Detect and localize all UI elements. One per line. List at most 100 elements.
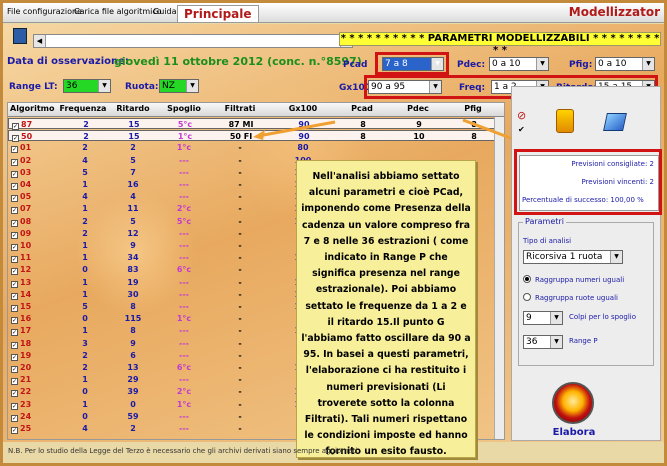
- range-lt-select-value: 36: [66, 81, 78, 91]
- tab-carica-file[interactable]: Carica file algoritmico: [74, 7, 162, 16]
- row-checkbox[interactable]: ✓: [11, 146, 18, 154]
- row-checkbox[interactable]: ✓: [11, 378, 18, 386]
- table-cell-s: ---: [179, 424, 189, 433]
- table-cell-fi: -: [238, 375, 242, 385]
- colpi-select[interactable]: 9 ▼: [523, 311, 563, 325]
- row-checkbox[interactable]: ✓: [11, 158, 18, 166]
- scroll-left-icon[interactable]: ◀: [34, 35, 46, 47]
- table-scrollbar[interactable]: [494, 117, 504, 439]
- row-checkbox[interactable]: ✓: [11, 427, 18, 434]
- pdec-label: Pdec:: [457, 60, 486, 70]
- row-checkbox[interactable]: ✓: [11, 207, 18, 215]
- table-cell-fi: 87 MI: [228, 120, 254, 129]
- range-p-select[interactable]: 36 ▼: [523, 335, 563, 349]
- archive-jar-icon[interactable]: [556, 109, 574, 133]
- algoritmo-value: 87: [21, 120, 33, 129]
- table-cell-f: 2: [83, 120, 89, 129]
- table-cell-r: 8: [130, 326, 136, 336]
- table-cell-s: 1°c: [176, 143, 192, 153]
- elabora-button[interactable]: [552, 382, 594, 424]
- chevron-down-icon: ▼: [536, 58, 548, 70]
- table-cell-g: 90: [298, 132, 310, 142]
- table-cell-fi: -: [238, 167, 242, 177]
- row-checkbox[interactable]: ✓: [11, 341, 18, 349]
- range-lt-select[interactable]: 36 ▼: [63, 79, 111, 93]
- table-cell-alg: ✓ 50: [12, 131, 52, 143]
- row-checkbox[interactable]: ✓: [11, 353, 18, 361]
- col-filtrati[interactable]: Filtrati: [210, 104, 270, 113]
- table-cell-f: 2: [82, 228, 88, 238]
- col-pcad[interactable]: Pcad: [336, 104, 388, 113]
- row-checkbox[interactable]: ✓: [11, 402, 18, 410]
- col-gx100[interactable]: Gx100: [270, 104, 336, 113]
- table-cell-f: 5: [82, 302, 88, 311]
- elabora-label[interactable]: Elabora: [544, 427, 604, 438]
- row-checkbox[interactable]: ✓: [11, 195, 18, 203]
- tab-guida[interactable]: Guida: [153, 7, 176, 16]
- navigation-scrollbar[interactable]: ◀ ▶: [33, 34, 353, 48]
- radio-raggruppa-numeri[interactable]: Raggruppa numeri uguali: [523, 275, 624, 284]
- col-spoglio[interactable]: Spoglio: [158, 104, 210, 113]
- table-cell-fi: -: [238, 143, 242, 153]
- table-cell-f: 5: [82, 167, 88, 177]
- colpi-value: 9: [526, 313, 532, 323]
- table-cell-alg: ✓ 23: [11, 399, 51, 410]
- pdec-select[interactable]: 0 a 10 ▼: [489, 57, 549, 71]
- row-checkbox[interactable]: ✓: [12, 123, 19, 130]
- table-cell-f: 1: [82, 289, 88, 299]
- table-cell-g: 90: [298, 120, 310, 129]
- book-icon[interactable]: [603, 113, 627, 131]
- table-cell-alg: ✓ 08: [11, 216, 51, 227]
- row-checkbox[interactable]: ✓: [11, 231, 18, 239]
- row-checkbox[interactable]: ✓: [11, 292, 18, 300]
- table-row[interactable]: ✓ 50 2 15 1°c 50 FI 90 8 10 8: [8, 130, 504, 143]
- pcad-label: Pcad: [343, 60, 368, 70]
- document-icon[interactable]: [13, 28, 27, 44]
- parametri-modellizzabili-banner: * * * * * * * * * * PARAMETRI MODELLIZZA…: [339, 32, 661, 56]
- table-cell-f: 3: [82, 338, 88, 348]
- table-cell-fi: -: [238, 363, 242, 372]
- algoritmo-value: 09: [20, 228, 32, 238]
- table-cell-r: 39: [127, 387, 139, 397]
- table-cell-fi: -: [238, 387, 242, 397]
- table-cell-fi: -: [238, 350, 242, 360]
- table-cell-s: 6°c: [176, 363, 192, 372]
- algoritmo-value: 04: [20, 180, 32, 189]
- ruota-select[interactable]: NZ ▼: [159, 79, 199, 93]
- radio-raggruppa-ruote[interactable]: Raggruppa ruote uguali: [523, 293, 618, 302]
- row-checkbox[interactable]: ✓: [11, 317, 18, 325]
- tab-modellizzatore[interactable]: Modellizzator: [569, 5, 660, 19]
- row-checkbox[interactable]: ✓: [11, 366, 18, 373]
- row-checkbox[interactable]: ✓: [11, 244, 18, 251]
- row-checkbox[interactable]: ✓: [11, 280, 18, 288]
- row-checkbox[interactable]: ✓: [11, 256, 18, 264]
- row-checkbox[interactable]: ✓: [11, 329, 18, 337]
- table-cell-alg: ✓ 02: [11, 155, 51, 166]
- algoritmo-value: 16: [20, 314, 32, 324]
- row-checkbox[interactable]: ✓: [12, 135, 19, 143]
- row-checkbox[interactable]: ✓: [11, 414, 18, 422]
- row-checkbox[interactable]: ✓: [11, 390, 18, 398]
- tab-file-configurazione[interactable]: File configurazione: [7, 7, 82, 16]
- col-frequenza[interactable]: Frequenza: [58, 104, 108, 113]
- tipo-analisi-select[interactable]: Ricorsiva 1 ruota ▼: [523, 250, 623, 264]
- row-checkbox[interactable]: ✓: [11, 219, 18, 227]
- table-row[interactable]: ✓ 01 2 2 1°c - 80: [8, 142, 504, 154]
- table-cell-r: 34: [127, 253, 139, 263]
- tab-principale[interactable]: Principale: [177, 5, 259, 22]
- row-checkbox[interactable]: ✓: [11, 305, 18, 312]
- table-cell-s: ---: [179, 155, 189, 165]
- col-algoritmo[interactable]: Algoritmo: [10, 104, 55, 113]
- col-ritardo[interactable]: Ritardo: [108, 104, 158, 113]
- col-pdec[interactable]: Pdec: [388, 104, 448, 113]
- row-checkbox[interactable]: ✓: [11, 268, 18, 276]
- row-checkbox[interactable]: ✓: [11, 170, 18, 178]
- pfig-select[interactable]: 0 a 10 ▼: [595, 57, 655, 71]
- no-entry-icon[interactable]: ⊘: [517, 109, 526, 122]
- col-pfig[interactable]: Pfig: [448, 104, 498, 113]
- row-checkbox[interactable]: ✓: [11, 183, 18, 190]
- table-cell-fi: -: [238, 253, 242, 263]
- table-cell-alg: ✓ 24: [11, 411, 51, 422]
- algoritmo-value: 01: [20, 143, 32, 153]
- table-row[interactable]: ✓ 87 2 15 5°c 87 MI 90 8 9 8: [8, 118, 504, 130]
